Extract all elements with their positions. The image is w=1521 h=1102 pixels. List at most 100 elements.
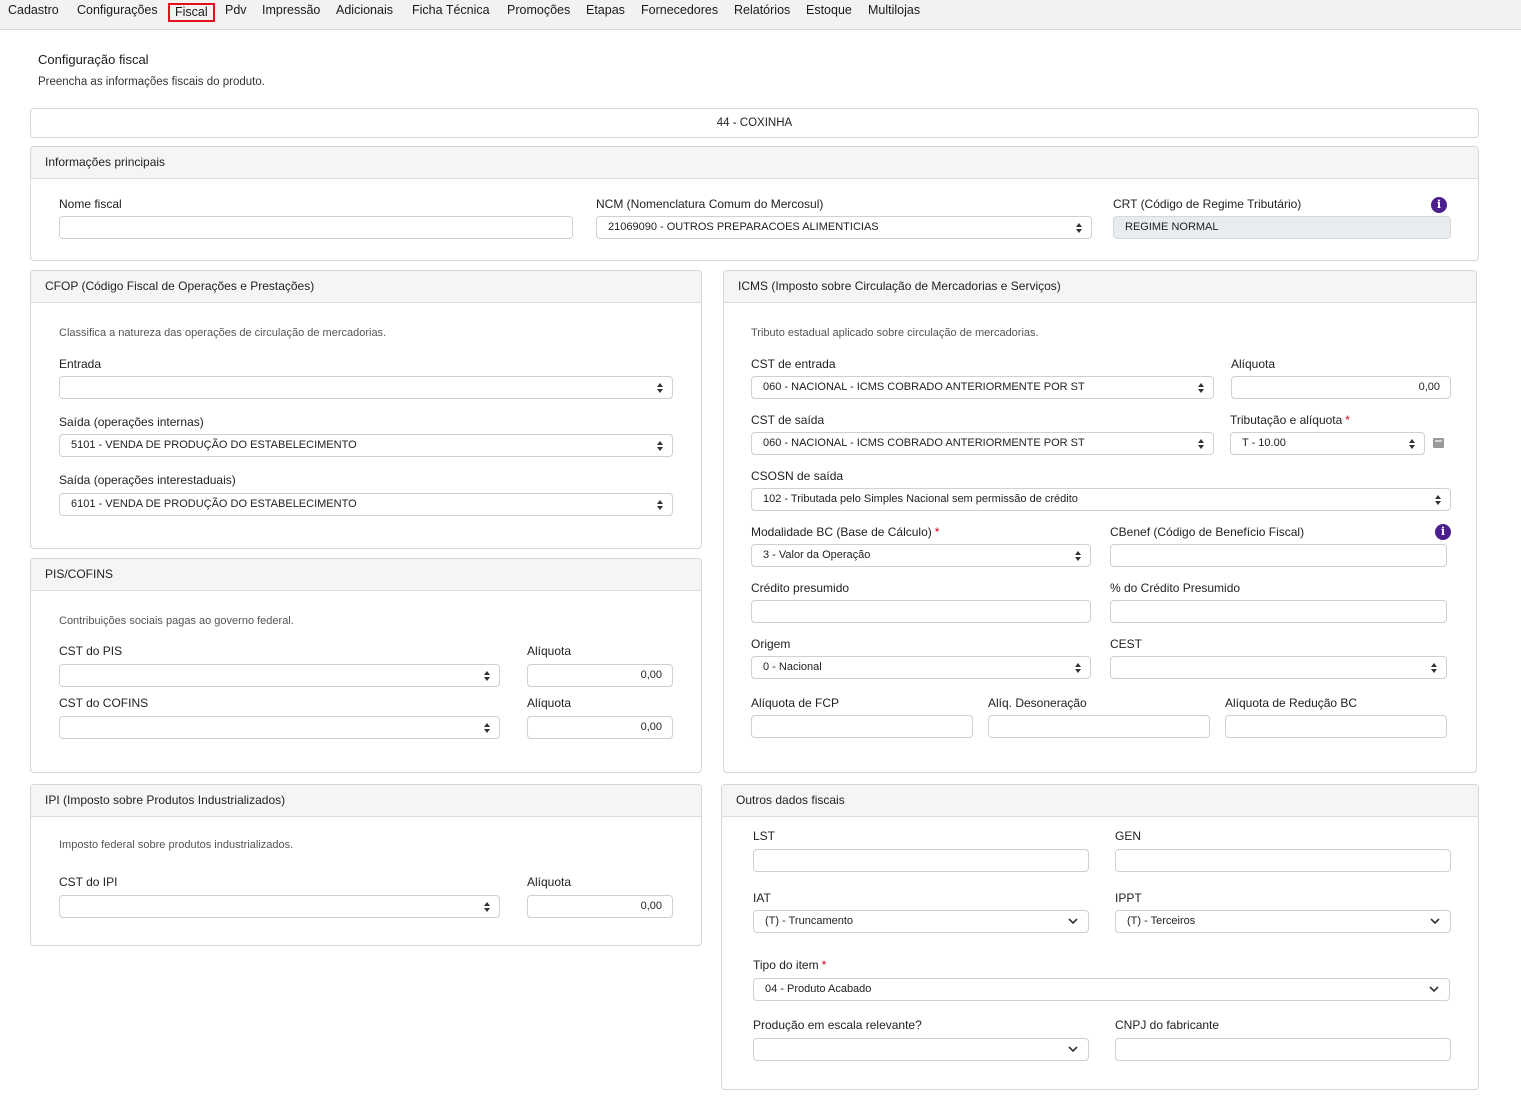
tab-fiscal[interactable]: Fiscal xyxy=(168,3,215,22)
cst-saida-label: CST de saída xyxy=(751,413,825,427)
required-mark: * xyxy=(821,958,827,972)
pct-credito-presumido-input[interactable] xyxy=(1110,600,1447,623)
aliq-desoneracao-label: Alíq. Desoneração xyxy=(988,696,1087,710)
calculator-icon[interactable] xyxy=(1433,438,1444,448)
info-icon[interactable]: i xyxy=(1431,197,1447,213)
card-header: IPI (Imposto sobre Produtos Industrializ… xyxy=(31,785,701,817)
nome-fiscal-label: Nome fiscal xyxy=(59,197,122,211)
lst-label: LST xyxy=(753,829,776,843)
cnpj-fabricante-input[interactable] xyxy=(1115,1038,1451,1061)
csosn-label: CSOSN de saída xyxy=(751,469,844,483)
gen-input[interactable] xyxy=(1115,849,1451,872)
tab-multilojas[interactable]: Multilojas xyxy=(866,3,922,22)
chevron-down-icon xyxy=(1067,1043,1079,1055)
cst-ipi-label: CST do IPI xyxy=(59,875,118,889)
tab-adicionais[interactable]: Adicionais xyxy=(334,3,395,22)
ipi-description: Imposto federal sobre produtos industria… xyxy=(59,839,294,851)
tributacao-aliquota-label: Tributação e alíquota * xyxy=(1230,413,1350,427)
aliquota-pis-input[interactable]: 0,00 xyxy=(527,664,673,687)
cst-pis-select[interactable] xyxy=(59,664,500,687)
cst-entrada-select[interactable]: 060 - NACIONAL - ICMS COBRADO ANTERIORME… xyxy=(751,376,1214,399)
iat-select[interactable]: (T) - Truncamento xyxy=(753,910,1089,933)
entrada-select[interactable] xyxy=(59,376,673,399)
crt-field: REGIME NORMAL xyxy=(1113,216,1451,239)
producao-escala-select[interactable] xyxy=(753,1038,1089,1061)
cst-cofins-select[interactable] xyxy=(59,716,500,739)
tab-ficha-tecnica[interactable]: Ficha Técnica xyxy=(410,3,492,22)
cst-saida-select[interactable]: 060 - NACIONAL - ICMS COBRADO ANTERIORME… xyxy=(751,432,1214,455)
saida-interestaduais-select[interactable]: 6101 - VENDA DE PRODUÇÃO DO ESTABELECIME… xyxy=(59,493,673,516)
card-header: Outros dados fiscais xyxy=(722,785,1478,817)
credito-presumido-input[interactable] xyxy=(751,600,1091,623)
tab-relatorios[interactable]: Relatórios xyxy=(732,3,792,22)
saida-internas-select[interactable]: 5101 - VENDA DE PRODUÇÃO DO ESTABELECIME… xyxy=(59,434,673,457)
nome-fiscal-input[interactable] xyxy=(59,216,573,239)
aliquota-cofins-input[interactable]: 0,00 xyxy=(527,716,673,739)
ncm-select[interactable]: 21069090 - OUTROS PREPARACOES ALIMENTICI… xyxy=(596,216,1092,239)
card-outros-dados-fiscais: Outros dados fiscais LST GEN IAT (T) - T… xyxy=(721,784,1479,1090)
card-header: CFOP (Código Fiscal de Operações e Prest… xyxy=(31,271,701,303)
page-subtitle: Preencha as informações fiscais do produ… xyxy=(38,76,265,88)
aliquota-ipi-label: Alíquota xyxy=(527,875,572,889)
card-cfop: CFOP (Código Fiscal de Operações e Prest… xyxy=(30,270,702,549)
info-icon[interactable]: i xyxy=(1435,524,1451,540)
csosn-select[interactable]: 102 - Tributada pelo Simples Nacional se… xyxy=(751,488,1451,511)
origem-select[interactable]: 0 - Nacional xyxy=(751,656,1091,679)
aliquota-icms-input[interactable]: 0,00 xyxy=(1231,376,1451,399)
tab-impressao[interactable]: Impressão xyxy=(260,3,322,22)
tab-estoque[interactable]: Estoque xyxy=(804,3,854,22)
cst-ipi-select[interactable] xyxy=(59,895,500,918)
card-informacoes-principais: Informações principais Nome fiscal NCM (… xyxy=(30,146,1479,261)
ncm-label: NCM (Nomenclatura Comum do Mercosul) xyxy=(596,197,824,211)
tipo-item-select[interactable]: 04 - Produto Acabado xyxy=(753,978,1450,1001)
tab-fornecedores[interactable]: Fornecedores xyxy=(639,3,720,22)
aliquota-cofins-label: Alíquota xyxy=(527,696,572,710)
ippt-select[interactable]: (T) - Terceiros xyxy=(1115,910,1451,933)
credito-presumido-label: Crédito presumido xyxy=(751,581,850,595)
required-mark: * xyxy=(934,525,940,539)
tab-configuracoes[interactable]: Configurações xyxy=(75,3,160,22)
cst-entrada-label: CST de entrada xyxy=(751,357,836,371)
chevron-down-icon xyxy=(1429,915,1441,927)
tab-pdv[interactable]: Pdv xyxy=(223,3,249,22)
cbenef-input[interactable] xyxy=(1110,544,1447,567)
modalidade-bc-select[interactable]: 3 - Valor da Operação xyxy=(751,544,1091,567)
aliquota-pis-label: Alíquota xyxy=(527,644,572,658)
aliquota-fcp-label: Alíquota de FCP xyxy=(751,696,840,710)
required-mark: * xyxy=(1345,413,1350,427)
icms-description: Tributo estadual aplicado sobre circulaç… xyxy=(751,327,1039,339)
aliquota-ipi-input[interactable]: 0,00 xyxy=(527,895,673,918)
cbenef-label: CBenef (Código de Benefício Fiscal) xyxy=(1110,525,1305,539)
chevron-down-icon xyxy=(1067,915,1079,927)
lst-input[interactable] xyxy=(753,849,1089,872)
card-icms: ICMS (Imposto sobre Circulação de Mercad… xyxy=(723,270,1477,773)
origem-label: Origem xyxy=(751,637,791,651)
aliquota-reducao-bc-label: Alíquota de Redução BC xyxy=(1225,696,1358,710)
page-title: Configuração fiscal xyxy=(38,52,149,67)
tab-cadastro[interactable]: Cadastro xyxy=(6,3,61,22)
tab-etapas[interactable]: Etapas xyxy=(584,3,627,22)
chevron-down-icon xyxy=(1428,983,1440,995)
cfop-description: Classifica a natureza das operações de c… xyxy=(59,327,387,339)
card-header: PIS/COFINS xyxy=(31,559,701,591)
cest-select[interactable] xyxy=(1110,656,1447,679)
aliq-desoneracao-input[interactable] xyxy=(988,715,1210,738)
pis-description: Contribuições sociais pagas ao governo f… xyxy=(59,615,294,627)
cst-cofins-label: CST do COFINS xyxy=(59,696,149,710)
entrada-label: Entrada xyxy=(59,357,102,371)
pct-credito-presumido-label: % do Crédito Presumido xyxy=(1110,581,1241,595)
card-ipi: IPI (Imposto sobre Produtos Industrializ… xyxy=(30,784,702,946)
aliquota-reducao-bc-input[interactable] xyxy=(1225,715,1447,738)
producao-escala-label: Produção em escala relevante? xyxy=(753,1018,922,1032)
tributacao-aliquota-select[interactable]: T - 10.00 xyxy=(1230,432,1425,455)
ippt-label: IPPT xyxy=(1115,891,1142,905)
tab-promocoes[interactable]: Promoções xyxy=(505,3,572,22)
aliquota-fcp-input[interactable] xyxy=(751,715,973,738)
card-header: ICMS (Imposto sobre Circulação de Mercad… xyxy=(724,271,1476,303)
modalidade-bc-label: Modalidade BC (Base de Cálculo) * xyxy=(751,525,940,539)
product-name-banner: 44 - COXINHA xyxy=(30,108,1479,138)
saida-interestaduais-label: Saída (operações interestaduais) xyxy=(59,473,236,487)
tipo-item-label: Tipo do item * xyxy=(753,958,827,972)
tab-bar: Cadastro Configurações Fiscal Pdv Impres… xyxy=(0,0,1521,30)
card-pis-cofins: PIS/COFINS Contribuições sociais pagas a… xyxy=(30,558,702,773)
